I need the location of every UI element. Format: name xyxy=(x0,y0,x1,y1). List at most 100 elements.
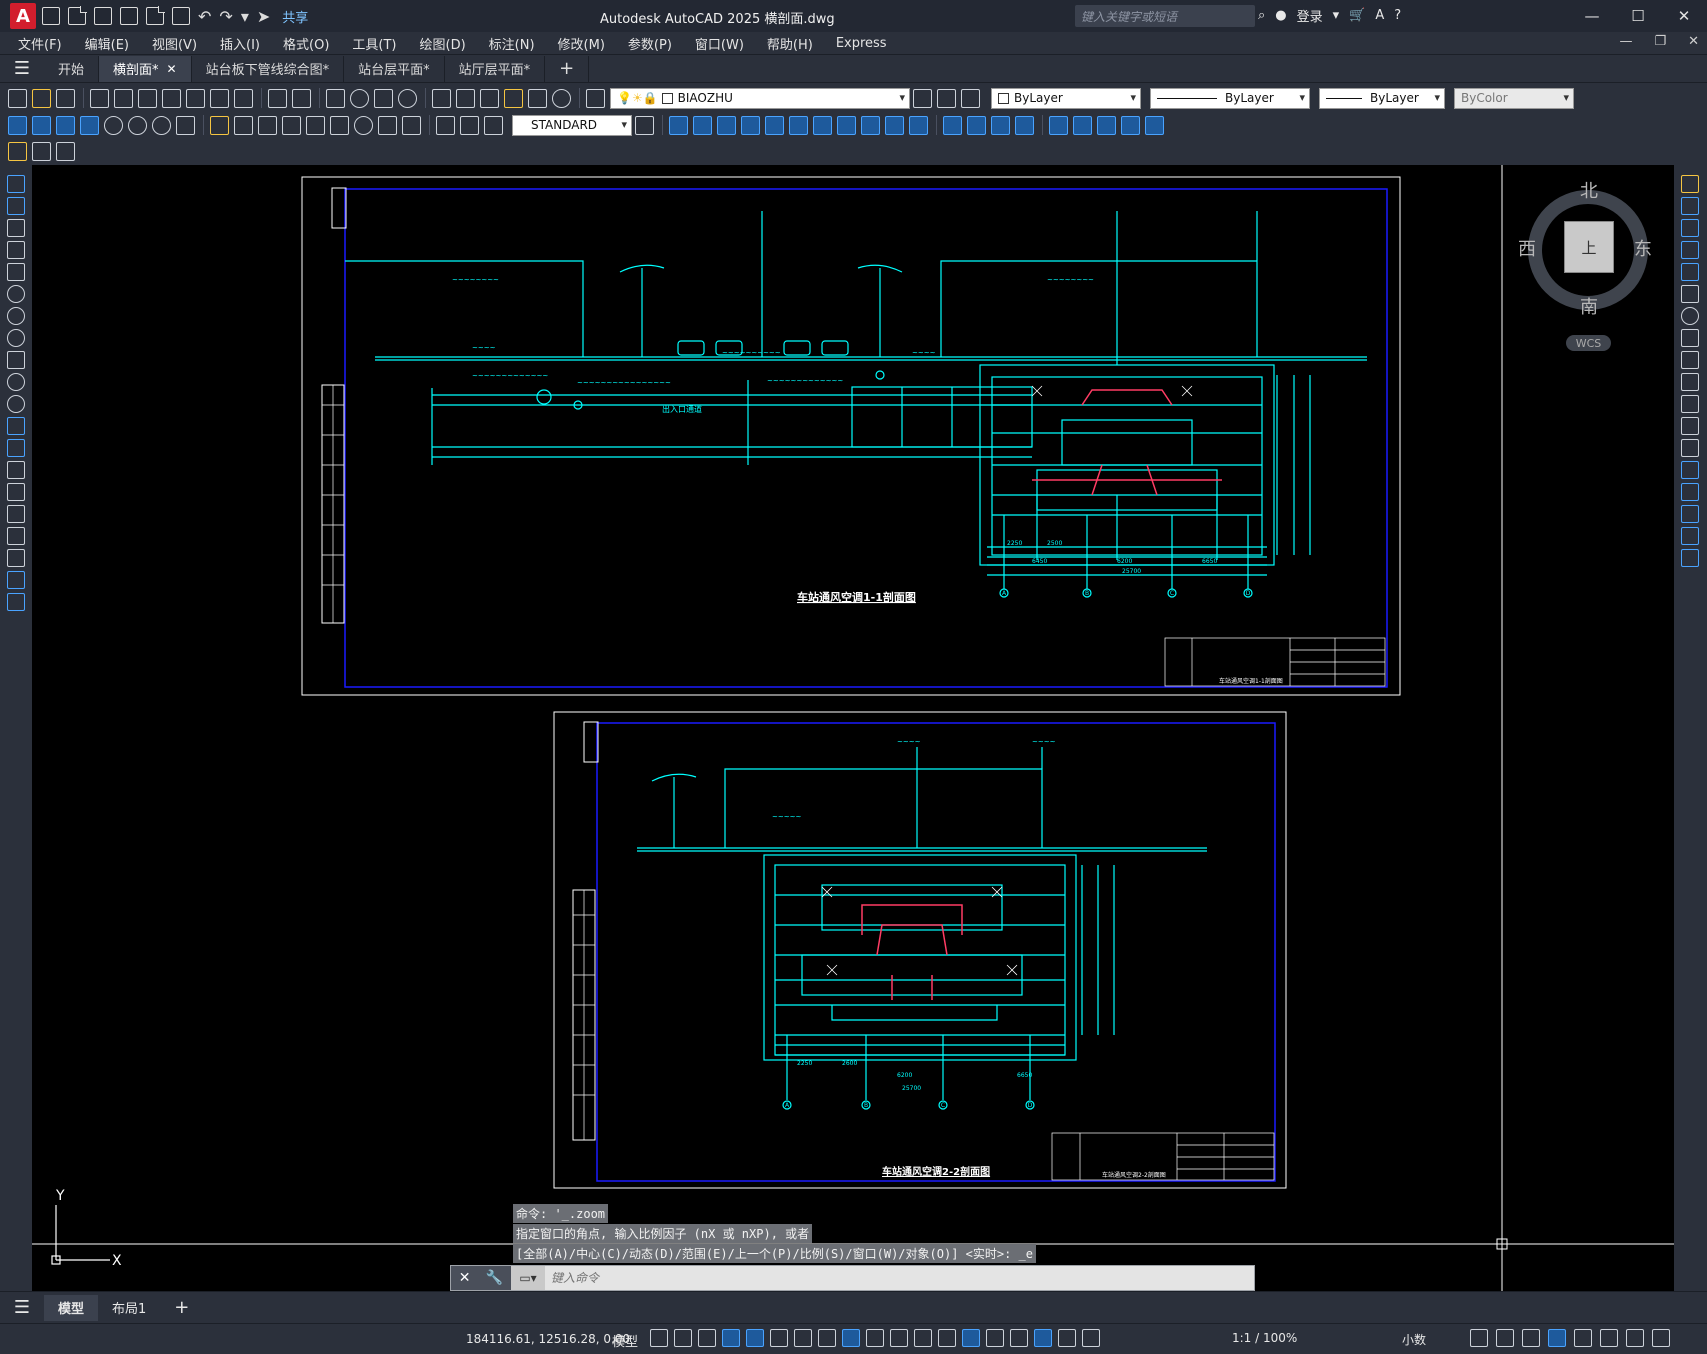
plot-icon[interactable] xyxy=(172,7,190,25)
doc-minimize-icon[interactable]: — xyxy=(1619,34,1632,49)
annotation-scale-icon[interactable] xyxy=(1082,1329,1100,1347)
insert-block-icon[interactable] xyxy=(7,417,25,435)
paste-icon[interactable] xyxy=(210,88,229,108)
aligned-dim-icon[interactable] xyxy=(32,115,51,135)
tool-palettes-icon[interactable] xyxy=(480,88,499,108)
linetype-dropdown[interactable]: ByLayer xyxy=(1150,87,1310,109)
tab-cross-section[interactable]: 横剖面* ✕ xyxy=(99,55,192,82)
color-dropdown[interactable]: ByLayer xyxy=(991,87,1141,109)
share-button[interactable]: 共享 xyxy=(282,7,308,26)
close-icon[interactable]: ✕ xyxy=(459,1270,471,1286)
pan-icon[interactable] xyxy=(326,88,345,108)
dim-text-edit-icon[interactable] xyxy=(460,115,479,135)
plot-icon[interactable] xyxy=(90,88,109,108)
scale-icon[interactable] xyxy=(1681,329,1699,347)
extend-icon[interactable] xyxy=(1681,395,1699,413)
compass-east[interactable]: 东 xyxy=(1634,235,1652,261)
menu-edit[interactable]: 编辑(E) xyxy=(85,34,129,53)
login-button[interactable]: 登录 xyxy=(1297,6,1323,25)
menu-insert[interactable]: 插入(I) xyxy=(220,34,260,53)
gizmo-icon[interactable] xyxy=(1010,1329,1028,1347)
isolate-objects-icon[interactable] xyxy=(1522,1329,1540,1347)
3d-osnap-icon[interactable] xyxy=(938,1329,956,1347)
object-snap-icon[interactable] xyxy=(842,1329,860,1347)
grid-icon[interactable] xyxy=(650,1329,668,1347)
radius-dim-icon[interactable] xyxy=(104,115,123,135)
sweep-icon[interactable] xyxy=(885,115,904,135)
coordinate-readout[interactable]: 184116.61, 12516.28, 0.00 xyxy=(466,1332,630,1346)
chevron-down-icon[interactable]: ▾ xyxy=(1333,8,1340,23)
zoom-realtime-icon[interactable] xyxy=(350,88,369,108)
layer-dropdown[interactable]: 💡☀🔒 BIAOZHU xyxy=(610,87,910,109)
polyline-icon[interactable] xyxy=(7,219,25,237)
arc-length-icon[interactable] xyxy=(56,115,75,135)
selection-cycling-icon[interactable] xyxy=(914,1329,932,1347)
customization-icon[interactable] xyxy=(1652,1329,1670,1347)
search-input[interactable]: 键入关键字或短语 xyxy=(1075,5,1255,27)
search-icon[interactable]: ⌕ xyxy=(1258,8,1265,23)
table-icon[interactable] xyxy=(7,549,25,567)
maximize-icon[interactable]: ☐ xyxy=(1615,4,1661,28)
fullscreen-icon[interactable] xyxy=(1626,1329,1644,1347)
copy-icon[interactable] xyxy=(1681,197,1699,215)
ordinate-dim-icon[interactable] xyxy=(80,115,99,135)
menu-dimension[interactable]: 标注(N) xyxy=(489,34,535,53)
command-input[interactable] xyxy=(545,1267,1254,1289)
ortho-icon[interactable] xyxy=(746,1329,764,1347)
dim-update-icon[interactable] xyxy=(484,115,503,135)
chevron-down-icon[interactable]: ▾ xyxy=(241,7,249,26)
tolerance-icon[interactable] xyxy=(330,115,349,135)
tab-platform-pipeline[interactable]: 站台板下管线综合图* xyxy=(192,55,345,82)
chamfer-icon[interactable] xyxy=(1681,483,1699,501)
open-icon[interactable] xyxy=(68,6,87,25)
units-value[interactable]: 小数 xyxy=(1402,1331,1426,1348)
annotation-visibility-icon[interactable] xyxy=(1034,1329,1052,1347)
menu-modify[interactable]: 修改(M) xyxy=(558,34,605,53)
ellipse-icon[interactable] xyxy=(7,373,25,391)
graphics-performance-icon[interactable] xyxy=(1600,1329,1618,1347)
mirror-icon[interactable] xyxy=(1681,219,1699,237)
baseline-dim-icon[interactable] xyxy=(234,115,253,135)
dim-style-icon[interactable] xyxy=(635,115,654,135)
add-layout-icon[interactable]: + xyxy=(160,1295,203,1321)
undo-icon[interactable] xyxy=(268,88,287,108)
layer-states-icon[interactable] xyxy=(961,88,980,108)
annotation-scale-value[interactable]: 1:1 / 100% xyxy=(1232,1331,1297,1345)
block-editor-icon[interactable] xyxy=(8,141,27,161)
quick-properties-icon[interactable] xyxy=(1470,1329,1488,1347)
polygon-icon[interactable] xyxy=(7,241,25,259)
arc-icon[interactable] xyxy=(7,285,25,303)
gradient-icon[interactable] xyxy=(7,505,25,523)
doc-restore-icon[interactable]: ❐ xyxy=(1654,34,1666,49)
markup-icon[interactable] xyxy=(504,88,523,108)
snap-icon[interactable] xyxy=(674,1329,692,1347)
layer-walk-icon[interactable] xyxy=(56,141,75,161)
fillet-icon[interactable] xyxy=(1681,505,1699,523)
save-as-icon[interactable] xyxy=(120,7,138,25)
jogged-linear-icon[interactable] xyxy=(402,115,421,135)
publish-icon[interactable] xyxy=(138,88,157,108)
undo-icon[interactable]: ↶ xyxy=(198,7,211,26)
polar-tracking-icon[interactable] xyxy=(770,1329,788,1347)
zoom-window-icon[interactable] xyxy=(374,88,393,108)
dynamic-input-icon[interactable] xyxy=(722,1329,740,1347)
break-at-point-icon[interactable] xyxy=(1681,417,1699,435)
ellipse-arc-icon[interactable] xyxy=(7,395,25,413)
tab-concourse-floor[interactable]: 站厅层平面* xyxy=(445,55,546,82)
user-icon[interactable]: ● xyxy=(1275,8,1286,23)
tab-layout1[interactable]: 布局1 xyxy=(98,1295,160,1321)
compass-west[interactable]: 西 xyxy=(1518,235,1536,261)
auto-scale-icon[interactable] xyxy=(1058,1329,1076,1347)
customize-icon[interactable]: 🔧 xyxy=(486,1270,503,1286)
layer-properties-icon[interactable] xyxy=(586,88,605,108)
cylinder-icon[interactable] xyxy=(693,115,712,135)
viewcube[interactable]: 上 北 南 西 东 xyxy=(1518,181,1652,335)
continue-dim-icon[interactable] xyxy=(258,115,277,135)
make-block-icon[interactable] xyxy=(7,439,25,457)
compass-south[interactable]: 南 xyxy=(1580,293,1598,319)
send-icon[interactable]: ➤ xyxy=(257,7,270,26)
layer-previous-icon[interactable] xyxy=(937,88,956,108)
union-icon[interactable] xyxy=(943,115,962,135)
compass-north[interactable]: 北 xyxy=(1580,177,1598,203)
tab-model[interactable]: 模型 xyxy=(44,1294,99,1321)
